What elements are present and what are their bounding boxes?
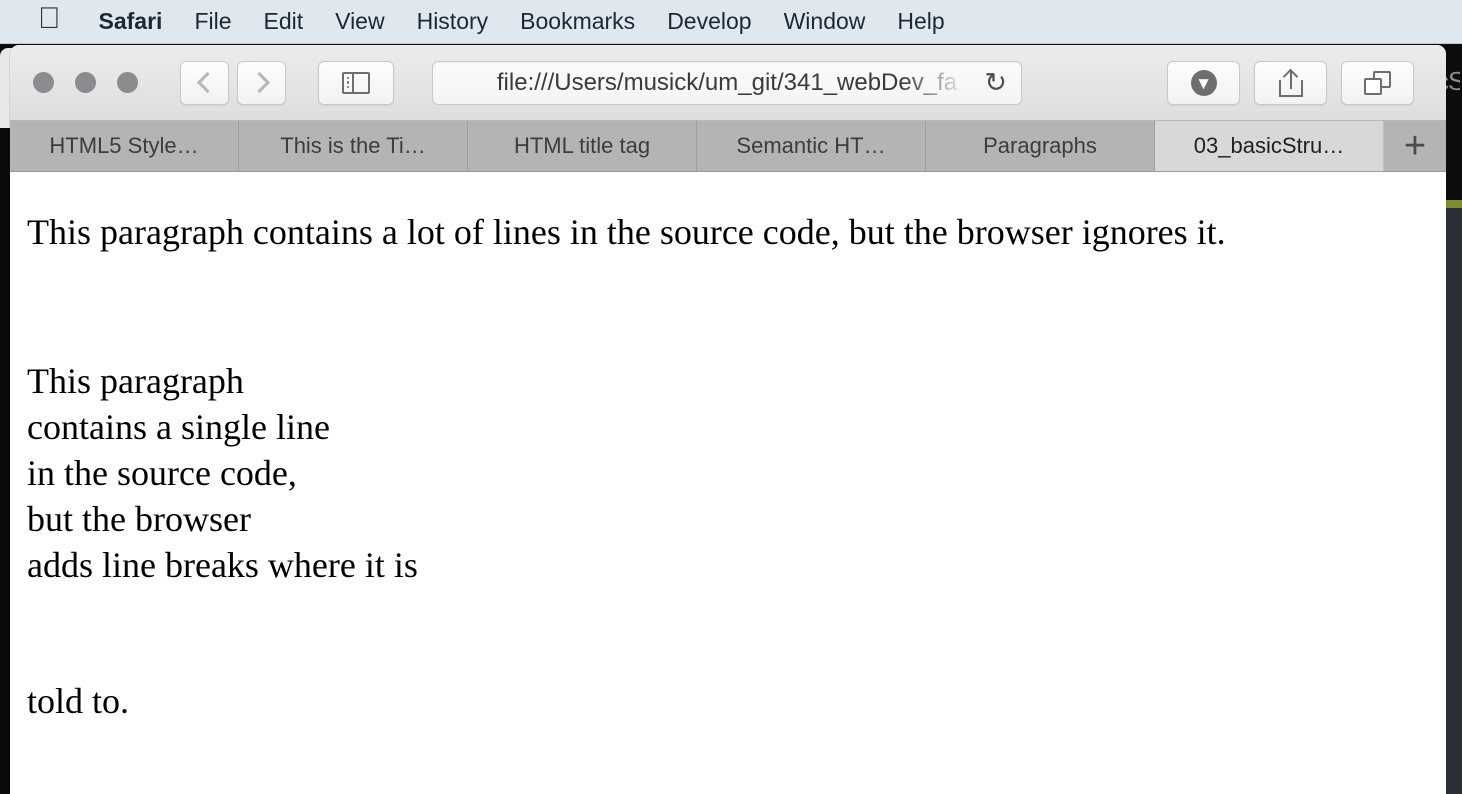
tab-overview-icon xyxy=(1364,71,1391,95)
paragraph-2-line-3: in the source code, xyxy=(27,453,297,493)
paragraph-2-line-5: adds line breaks where it is xyxy=(27,545,418,585)
maximize-window-button[interactable] xyxy=(117,72,138,93)
address-bar[interactable]: file:///Users/musick/um_git/341_webDev_f… xyxy=(432,61,1022,105)
menu-item-develop[interactable]: Develop xyxy=(651,8,767,35)
download-arrow-icon: ▼ xyxy=(1190,70,1217,96)
close-window-button[interactable] xyxy=(33,72,54,93)
reload-icon[interactable]: ↻ xyxy=(984,69,1007,97)
tab-this-is-the-title[interactable]: This is the Ti… xyxy=(239,121,468,171)
paragraph-2-line-1: This paragraph xyxy=(27,361,244,401)
paragraph-2-line-4: but the browser xyxy=(27,499,251,539)
downloads-button[interactable]: ▼ xyxy=(1167,61,1240,105)
share-icon xyxy=(1278,68,1303,97)
share-button[interactable] xyxy=(1254,61,1327,105)
tab-overview-button[interactable] xyxy=(1341,61,1414,105)
tab-html-title-tag[interactable]: HTML title tag xyxy=(468,121,697,171)
minimize-window-button[interactable] xyxy=(75,72,96,93)
menu-item-window[interactable]: Window xyxy=(768,8,882,35)
window-traffic-lights xyxy=(33,72,138,93)
menu-item-bookmarks[interactable]: Bookmarks xyxy=(504,8,651,35)
address-bar-url: file:///Users/musick/um_git/341_webDev_f… xyxy=(496,69,958,96)
tab-paragraphs[interactable]: Paragraphs xyxy=(926,121,1155,171)
back-button[interactable] xyxy=(180,60,229,105)
forward-button[interactable] xyxy=(237,60,286,105)
safari-browser-window: file:///Users/musick/um_git/341_webDev_f… xyxy=(10,45,1446,794)
menu-item-help[interactable]: Help xyxy=(881,8,960,35)
chevron-right-icon xyxy=(248,71,270,94)
tab-html5-style[interactable]: HTML5 Style… xyxy=(10,121,239,171)
paragraph-2-line-2: contains a single line xyxy=(27,407,330,447)
macos-menu-bar:  Safari File Edit View History Bookmark… xyxy=(0,0,1462,44)
menu-item-history[interactable]: History xyxy=(401,8,505,35)
apple-logo-icon[interactable]:  xyxy=(38,3,61,34)
paragraph-3: told to. xyxy=(27,681,130,721)
paragraph-2: This paragraph contains a single line in… xyxy=(10,255,1446,588)
tab-03-basicstructure[interactable]: 03_basicStru… xyxy=(1155,121,1384,171)
web-page-content: This paragraph contains a lot of lines i… xyxy=(10,172,1446,793)
new-tab-button[interactable]: + xyxy=(1384,121,1446,171)
paragraph-1: This paragraph contains a lot of lines i… xyxy=(27,212,1226,252)
chevron-left-icon xyxy=(196,71,218,94)
menu-item-edit[interactable]: Edit xyxy=(248,8,320,35)
sidebar-toggle-icon xyxy=(342,71,370,94)
menu-item-file[interactable]: File xyxy=(178,8,247,35)
tab-bar: HTML5 Style… This is the Ti… HTML title … xyxy=(10,121,1446,172)
sidebar-toggle-button[interactable] xyxy=(318,60,394,105)
menu-item-view[interactable]: View xyxy=(319,8,400,35)
tab-semantic-html[interactable]: Semantic HT… xyxy=(697,121,926,171)
toolbar-right-buttons: ▼ xyxy=(1167,61,1414,105)
navigation-button-group xyxy=(180,60,286,105)
browser-toolbar: file:///Users/musick/um_git/341_webDev_f… xyxy=(10,45,1446,121)
menu-item-safari[interactable]: Safari xyxy=(83,8,179,35)
